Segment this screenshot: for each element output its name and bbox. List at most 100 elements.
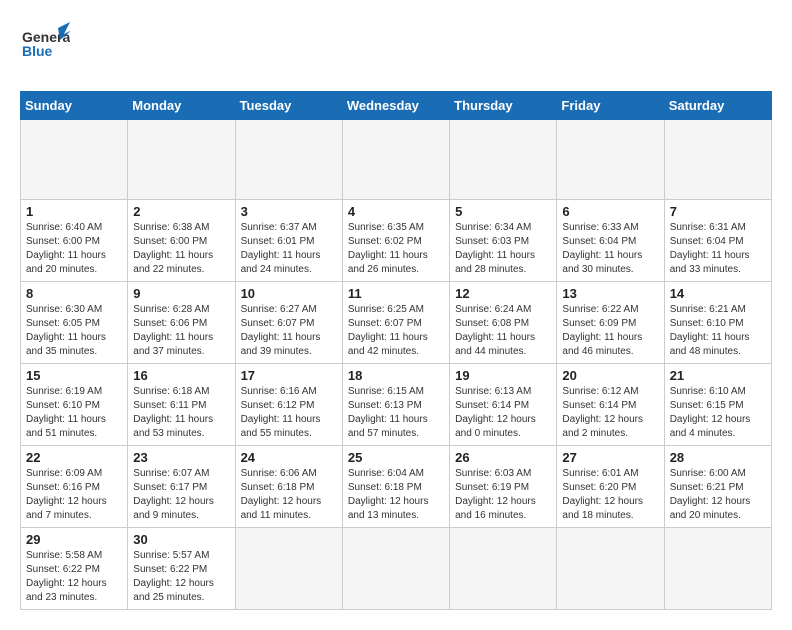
weekday-header: Saturday bbox=[664, 92, 771, 120]
calendar-week-row bbox=[21, 120, 772, 200]
calendar-header-row: SundayMondayTuesdayWednesdayThursdayFrid… bbox=[21, 92, 772, 120]
day-info: Sunrise: 6:00 AMSunset: 6:21 PMDaylight:… bbox=[670, 467, 766, 523]
calendar-cell: 11Sunrise: 6:25 AMSunset: 6:07 PMDayligh… bbox=[342, 282, 449, 364]
day-info: Sunrise: 6:40 AMSunset: 6:00 PMDaylight:… bbox=[26, 221, 122, 277]
calendar-cell bbox=[664, 528, 771, 610]
calendar-cell: 19 Sunrise: 6:13 AMSunset: 6:14 PMDayligh… bbox=[450, 364, 557, 446]
day-info: Sunrise: 6:01 AMSunset: 6:20 PMDaylight:… bbox=[562, 467, 658, 523]
day-info: Sunrise: 6:06 AMSunset: 6:18 PMDaylight:… bbox=[241, 467, 337, 523]
calendar-table: SundayMondayTuesdayWednesdayThursdayFrid… bbox=[20, 91, 772, 610]
day-info: Sunrise: 6:13 AMSunset: 6:14 PMDaylight:… bbox=[455, 385, 551, 441]
calendar-cell bbox=[128, 120, 235, 200]
calendar-week-row: 8 Sunrise: 6:30 AMSunset: 6:05 PMDaylight… bbox=[21, 282, 772, 364]
day-info: Sunrise: 6:34 AMSunset: 6:03 PMDaylight:… bbox=[455, 221, 551, 277]
calendar-cell: 9Sunrise: 6:28 AMSunset: 6:06 PMDaylight… bbox=[128, 282, 235, 364]
day-number: 24 bbox=[241, 450, 337, 465]
day-info: Sunrise: 5:57 AMSunset: 6:22 PMDaylight:… bbox=[133, 549, 229, 605]
day-number: 4 bbox=[348, 204, 444, 219]
calendar-cell: 15 Sunrise: 6:19 AMSunset: 6:10 PMDayligh… bbox=[21, 364, 128, 446]
calendar-cell: 12Sunrise: 6:24 AMSunset: 6:08 PMDayligh… bbox=[450, 282, 557, 364]
calendar-cell: 22Sunrise: 6:09 AMSunset: 6:16 PMDayligh… bbox=[21, 446, 128, 528]
calendar-cell: 8 Sunrise: 6:30 AMSunset: 6:05 PMDaylight… bbox=[21, 282, 128, 364]
day-number: 23 bbox=[133, 450, 229, 465]
day-number: 18 bbox=[348, 368, 444, 383]
day-info: Sunrise: 6:21 AMSunset: 6:10 PMDaylight:… bbox=[670, 303, 766, 359]
day-number: 19 bbox=[455, 368, 551, 383]
day-info: Sunrise: 6:22 AMSunset: 6:09 PMDaylight:… bbox=[562, 303, 658, 359]
day-number: 26 bbox=[455, 450, 551, 465]
calendar-cell bbox=[235, 120, 342, 200]
day-number: 6 bbox=[562, 204, 658, 219]
day-info: Sunrise: 6:07 AMSunset: 6:17 PMDaylight:… bbox=[133, 467, 229, 523]
calendar-cell: 6 Sunrise: 6:33 AMSunset: 6:04 PMDaylight… bbox=[557, 200, 664, 282]
day-number: 8 bbox=[26, 286, 122, 301]
logo-icon: General Blue bbox=[20, 20, 70, 70]
weekday-header: Tuesday bbox=[235, 92, 342, 120]
day-info: Sunrise: 6:15 AMSunset: 6:13 PMDaylight:… bbox=[348, 385, 444, 441]
day-number: 10 bbox=[241, 286, 337, 301]
day-number: 20 bbox=[562, 368, 658, 383]
day-info: Sunrise: 6:38 AMSunset: 6:00 PMDaylight:… bbox=[133, 221, 229, 277]
calendar-cell: 10 Sunrise: 6:27 AMSunset: 6:07 PMDayligh… bbox=[235, 282, 342, 364]
calendar-cell bbox=[557, 528, 664, 610]
day-info: Sunrise: 6:18 AMSunset: 6:11 PMDaylight:… bbox=[133, 385, 229, 441]
calendar-cell: 17 Sunrise: 6:16 AMSunset: 6:12 PMDayligh… bbox=[235, 364, 342, 446]
calendar-cell: 18 Sunrise: 6:15 AMSunset: 6:13 PMDayligh… bbox=[342, 364, 449, 446]
day-number: 13 bbox=[562, 286, 658, 301]
day-info: Sunrise: 6:37 AMSunset: 6:01 PMDaylight:… bbox=[241, 221, 337, 277]
day-info: Sunrise: 6:12 AMSunset: 6:14 PMDaylight:… bbox=[562, 385, 658, 441]
day-number: 29 bbox=[26, 532, 122, 547]
day-number: 14 bbox=[670, 286, 766, 301]
calendar-cell bbox=[664, 120, 771, 200]
weekday-header: Thursday bbox=[450, 92, 557, 120]
day-number: 9 bbox=[133, 286, 229, 301]
day-info: Sunrise: 6:09 AMSunset: 6:16 PMDaylight:… bbox=[26, 467, 122, 523]
day-number: 7 bbox=[670, 204, 766, 219]
calendar-week-row: 29 Sunrise: 5:58 AMSunset: 6:22 PMDayligh… bbox=[21, 528, 772, 610]
calendar-cell: 7 Sunrise: 6:31 AMSunset: 6:04 PMDaylight… bbox=[664, 200, 771, 282]
day-info: Sunrise: 6:25 AMSunset: 6:07 PMDaylight:… bbox=[348, 303, 444, 359]
calendar-cell: 20 Sunrise: 6:12 AMSunset: 6:14 PMDayligh… bbox=[557, 364, 664, 446]
day-number: 15 bbox=[26, 368, 122, 383]
calendar-cell: 2 Sunrise: 6:38 AMSunset: 6:00 PMDaylight… bbox=[128, 200, 235, 282]
day-info: Sunrise: 6:27 AMSunset: 6:07 PMDaylight:… bbox=[241, 303, 337, 359]
day-number: 2 bbox=[133, 204, 229, 219]
day-info: Sunrise: 6:31 AMSunset: 6:04 PMDaylight:… bbox=[670, 221, 766, 277]
day-info: Sunrise: 6:30 AMSunset: 6:05 PMDaylight:… bbox=[26, 303, 122, 359]
calendar-cell: 21Sunrise: 6:10 AMSunset: 6:15 PMDayligh… bbox=[664, 364, 771, 446]
day-info: Sunrise: 6:16 AMSunset: 6:12 PMDaylight:… bbox=[241, 385, 337, 441]
day-number: 25 bbox=[348, 450, 444, 465]
day-info: Sunrise: 6:35 AMSunset: 6:02 PMDaylight:… bbox=[348, 221, 444, 277]
calendar-cell: 28 Sunrise: 6:00 AMSunset: 6:21 PMDayligh… bbox=[664, 446, 771, 528]
day-number: 28 bbox=[670, 450, 766, 465]
calendar-week-row: 22Sunrise: 6:09 AMSunset: 6:16 PMDayligh… bbox=[21, 446, 772, 528]
calendar-cell: 24 Sunrise: 6:06 AMSunset: 6:18 PMDayligh… bbox=[235, 446, 342, 528]
calendar-cell: 23 Sunrise: 6:07 AMSunset: 6:17 PMDayligh… bbox=[128, 446, 235, 528]
day-number: 17 bbox=[241, 368, 337, 383]
weekday-header: Friday bbox=[557, 92, 664, 120]
calendar-cell: 5Sunrise: 6:34 AMSunset: 6:03 PMDaylight… bbox=[450, 200, 557, 282]
day-number: 27 bbox=[562, 450, 658, 465]
day-number: 12 bbox=[455, 286, 551, 301]
calendar-cell bbox=[21, 120, 128, 200]
day-info: Sunrise: 6:19 AMSunset: 6:10 PMDaylight:… bbox=[26, 385, 122, 441]
day-info: Sunrise: 5:58 AMSunset: 6:22 PMDaylight:… bbox=[26, 549, 122, 605]
page-header: General Blue bbox=[20, 20, 772, 75]
calendar-cell: 29 Sunrise: 5:58 AMSunset: 6:22 PMDayligh… bbox=[21, 528, 128, 610]
day-number: 1 bbox=[26, 204, 122, 219]
calendar-cell: 27 Sunrise: 6:01 AMSunset: 6:20 PMDayligh… bbox=[557, 446, 664, 528]
day-info: Sunrise: 6:03 AMSunset: 6:19 PMDaylight:… bbox=[455, 467, 551, 523]
calendar-cell: 13 Sunrise: 6:22 AMSunset: 6:09 PMDayligh… bbox=[557, 282, 664, 364]
weekday-header: Wednesday bbox=[342, 92, 449, 120]
calendar-week-row: 1 Sunrise: 6:40 AMSunset: 6:00 PMDaylight… bbox=[21, 200, 772, 282]
calendar-cell: 30Sunrise: 5:57 AMSunset: 6:22 PMDayligh… bbox=[128, 528, 235, 610]
logo: General Blue bbox=[20, 20, 70, 75]
calendar-cell bbox=[342, 120, 449, 200]
calendar-cell: 25 Sunrise: 6:04 AMSunset: 6:18 PMDayligh… bbox=[342, 446, 449, 528]
calendar-cell bbox=[342, 528, 449, 610]
calendar-cell: 26 Sunrise: 6:03 AMSunset: 6:19 PMDayligh… bbox=[450, 446, 557, 528]
calendar-cell bbox=[450, 120, 557, 200]
day-info: Sunrise: 6:04 AMSunset: 6:18 PMDaylight:… bbox=[348, 467, 444, 523]
day-info: Sunrise: 6:33 AMSunset: 6:04 PMDaylight:… bbox=[562, 221, 658, 277]
weekday-header: Sunday bbox=[21, 92, 128, 120]
